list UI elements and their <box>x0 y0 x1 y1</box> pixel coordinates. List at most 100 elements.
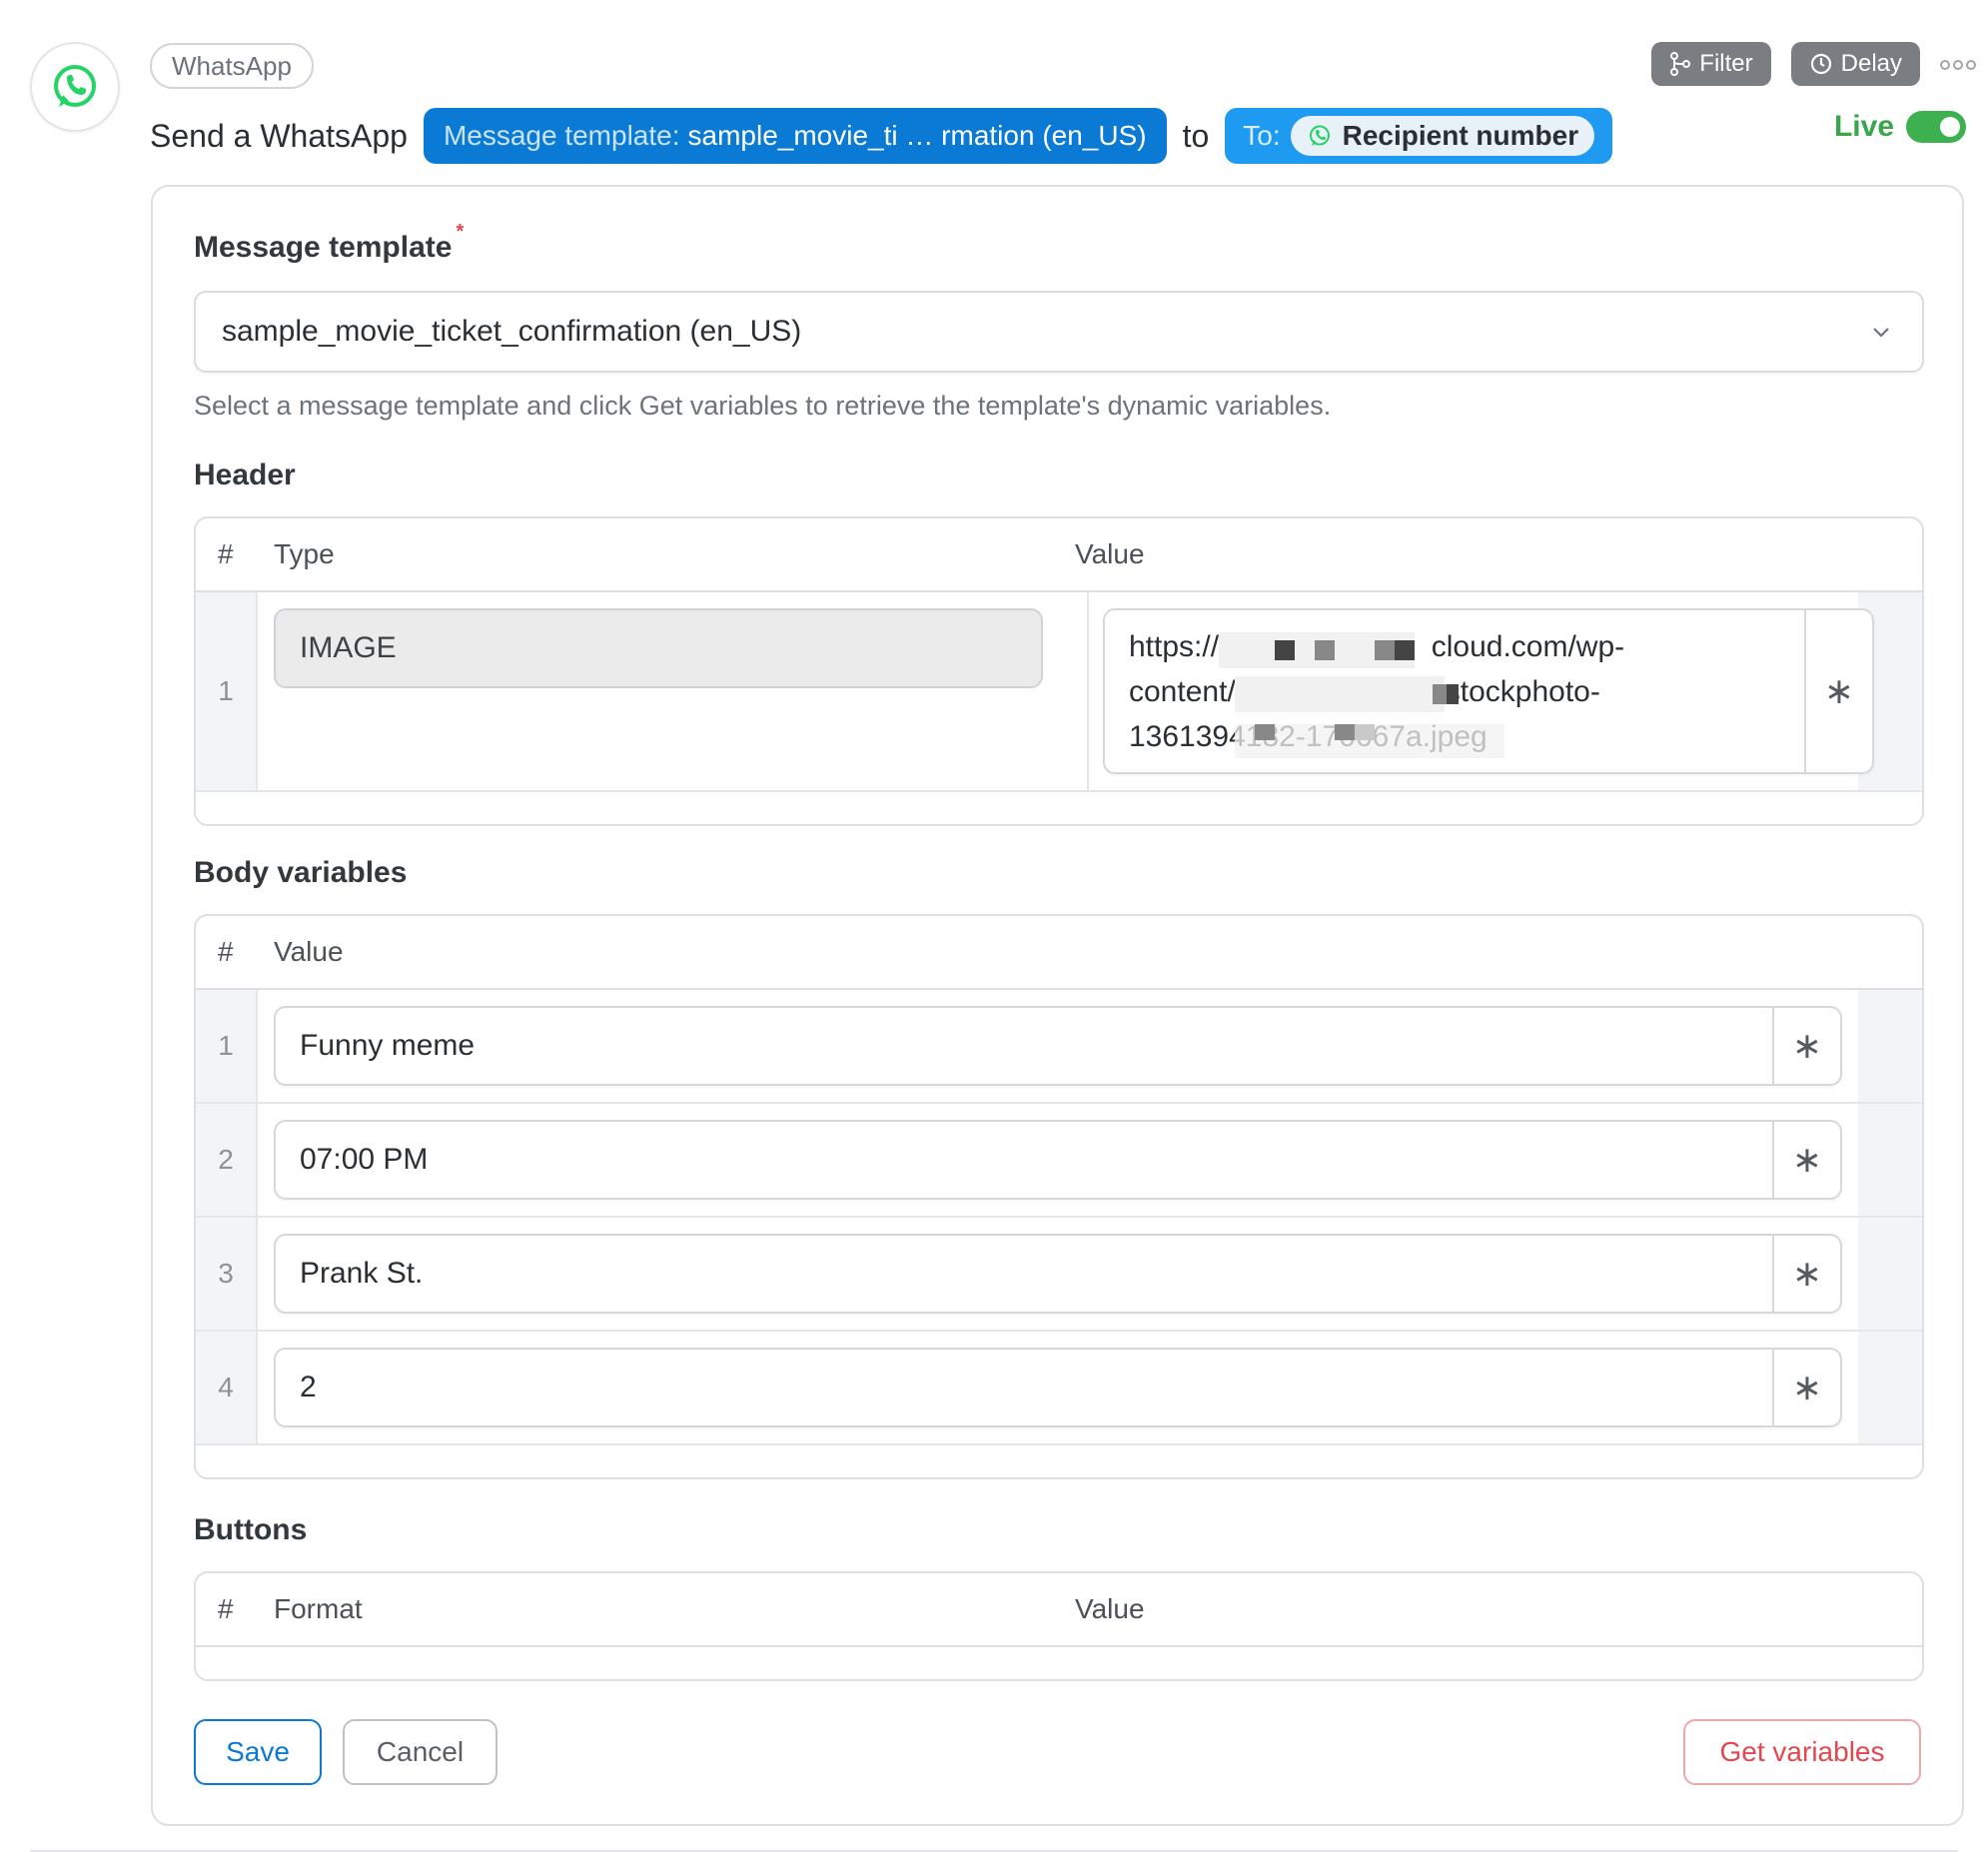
row-index: 4 <box>196 1332 258 1443</box>
redaction-pixel <box>1433 684 1447 704</box>
insert-variable-button[interactable]: ∗ <box>1772 1122 1840 1198</box>
body-variable-field[interactable]: Funny meme ∗ <box>274 1006 1842 1086</box>
col-number: # <box>218 1593 234 1624</box>
table-footer <box>196 1647 1922 1679</box>
url-part-3: content/ <box>1129 675 1236 708</box>
template-summary-chip[interactable]: Message template: sample_movie_ti … rmat… <box>423 108 1167 164</box>
whatsapp-app-icon <box>30 42 120 132</box>
step-config-card: Message template * sample_movie_ticket_co… <box>151 185 1964 1826</box>
row-index: 1 <box>196 990 258 1102</box>
buttons-table-head: # Format Value <box>196 1573 1922 1647</box>
save-label: Save <box>226 1736 290 1767</box>
redaction-pixel <box>1315 640 1335 660</box>
asterisk-icon: ∗ <box>1791 1253 1823 1294</box>
delay-label: Delay <box>1840 50 1902 77</box>
row-body: Funny meme ∗ <box>258 990 1858 1102</box>
cancel-label: Cancel <box>376 1736 465 1767</box>
col-number: # <box>218 538 234 569</box>
get-variables-label: Get variables <box>1719 1736 1885 1767</box>
app-name-chip[interactable]: WhatsApp <box>150 43 314 89</box>
body-variable-value: 2 <box>300 1371 317 1403</box>
col-value: Value <box>274 936 344 967</box>
table-row: 3 Prank St. ∗ <box>196 1218 1922 1332</box>
header-table: # Type Value 1 IMAGE https://a cloud.com/… <box>194 516 1924 826</box>
whatsapp-icon <box>54 65 96 107</box>
redaction-block <box>1235 676 1445 712</box>
table-footer <box>196 792 1922 824</box>
redaction-pixel <box>1375 640 1395 660</box>
col-value: Value <box>1075 538 1145 569</box>
body-variables-table: # Value 1 Funny meme ∗ 2 07:00 PM ∗ 3 Pr… <box>194 914 1924 1479</box>
header-table-head: # Type Value <box>196 518 1922 592</box>
whatsapp-small-icon <box>1309 125 1330 146</box>
more-dots-icon[interactable] <box>1940 51 1976 77</box>
asterisk-icon: ∗ <box>1791 1139 1823 1180</box>
body-variable-field[interactable]: 2 ∗ <box>274 1348 1842 1427</box>
asterisk-icon: ∗ <box>1791 1025 1823 1066</box>
recipient-label: Recipient number <box>1342 120 1579 151</box>
redaction-pixel <box>1355 724 1375 740</box>
template-chip-value: sample_movie_ti … rmation (en_US) <box>687 120 1147 151</box>
col-value: Value <box>1075 1593 1145 1624</box>
body-variable-value: 07:00 PM <box>300 1143 429 1176</box>
col-type: Type <box>274 538 335 569</box>
clock-icon <box>1810 53 1831 75</box>
delay-button[interactable]: Delay <box>1790 42 1920 86</box>
insert-variable-button[interactable]: ∗ <box>1772 1236 1840 1312</box>
body-variable-value: Prank St. <box>300 1257 424 1290</box>
to-label: To: <box>1243 120 1281 151</box>
asterisk-icon: ∗ <box>1791 1367 1823 1407</box>
table-row: 1 Funny meme ∗ <box>196 990 1922 1104</box>
message-template-value: sample_movie_ticket_confirmation (en_US) <box>222 315 802 348</box>
filter-label: Filter <box>1699 50 1753 77</box>
table-footer <box>196 1445 1922 1477</box>
live-toggle[interactable] <box>1906 111 1966 143</box>
required-mark: * <box>456 221 465 243</box>
redaction-pixel <box>1447 684 1459 704</box>
buttons-section-title: Buttons <box>194 1513 308 1546</box>
step-summary: Send a WhatsApp Message template: sample… <box>150 108 1613 164</box>
live-label: Live <box>1833 110 1894 143</box>
body-table-head: # Value <box>196 916 1922 990</box>
row-index: 1 <box>196 592 258 790</box>
header-section-title: Header <box>194 459 296 491</box>
recipient-summary-chip[interactable]: To: Recipient number <box>1225 108 1613 164</box>
asterisk-icon: ∗ <box>1823 670 1855 711</box>
message-template-select[interactable]: sample_movie_ticket_confirmation (en_US) <box>194 291 1924 373</box>
redaction-pixel <box>1395 640 1415 660</box>
insert-variable-button[interactable]: ∗ <box>1772 1008 1840 1084</box>
column-divider <box>1087 592 1089 790</box>
row-index: 3 <box>196 1218 258 1330</box>
row-body: Prank St. ∗ <box>258 1218 1858 1330</box>
body-variable-field[interactable]: 07:00 PM ∗ <box>274 1120 1842 1200</box>
insert-variable-button[interactable]: ∗ <box>1772 1350 1840 1425</box>
redaction-pixel <box>1275 640 1295 660</box>
body-variable-value: Funny meme <box>300 1029 476 1062</box>
col-format: Format <box>274 1593 363 1624</box>
row-body: 2 ∗ <box>258 1332 1858 1443</box>
table-row: 2 07:00 PM ∗ <box>196 1104 1922 1218</box>
template-chip-key: Message template: <box>443 120 680 151</box>
save-button[interactable]: Save <box>194 1719 322 1785</box>
redaction-pixel <box>1335 724 1355 740</box>
message-template-heading: Message template * <box>194 221 464 265</box>
header-type-value: IMAGE <box>300 631 397 664</box>
get-variables-button[interactable]: Get variables <box>1683 1719 1921 1785</box>
col-number: # <box>218 936 234 967</box>
body-variable-field[interactable]: Prank St. ∗ <box>274 1234 1842 1314</box>
live-status: Live <box>1834 110 1966 144</box>
table-row: 4 2 ∗ <box>196 1332 1922 1445</box>
app-name-label: WhatsApp <box>172 50 292 81</box>
cancel-button[interactable]: Cancel <box>343 1719 497 1785</box>
url-part-2: cloud.com/wp- <box>1431 630 1625 663</box>
buttons-table: # Format Value <box>194 1571 1924 1681</box>
filter-button[interactable]: Filter <box>1651 42 1771 86</box>
template-help-text: Select a message template and click Get … <box>194 391 1332 421</box>
recipient-pill[interactable]: Recipient number <box>1290 116 1595 156</box>
header-value-variable-button[interactable]: ∗ <box>1804 610 1872 772</box>
body-section-title: Body variables <box>194 856 408 889</box>
header-value-field[interactable]: https://a cloud.com/wp- content/stockphot… <box>1103 608 1874 774</box>
branch-icon <box>1670 52 1691 76</box>
table-row: 1 IMAGE https://a cloud.com/wp- content/s… <box>196 592 1922 792</box>
header-type-field: IMAGE <box>274 608 1043 688</box>
